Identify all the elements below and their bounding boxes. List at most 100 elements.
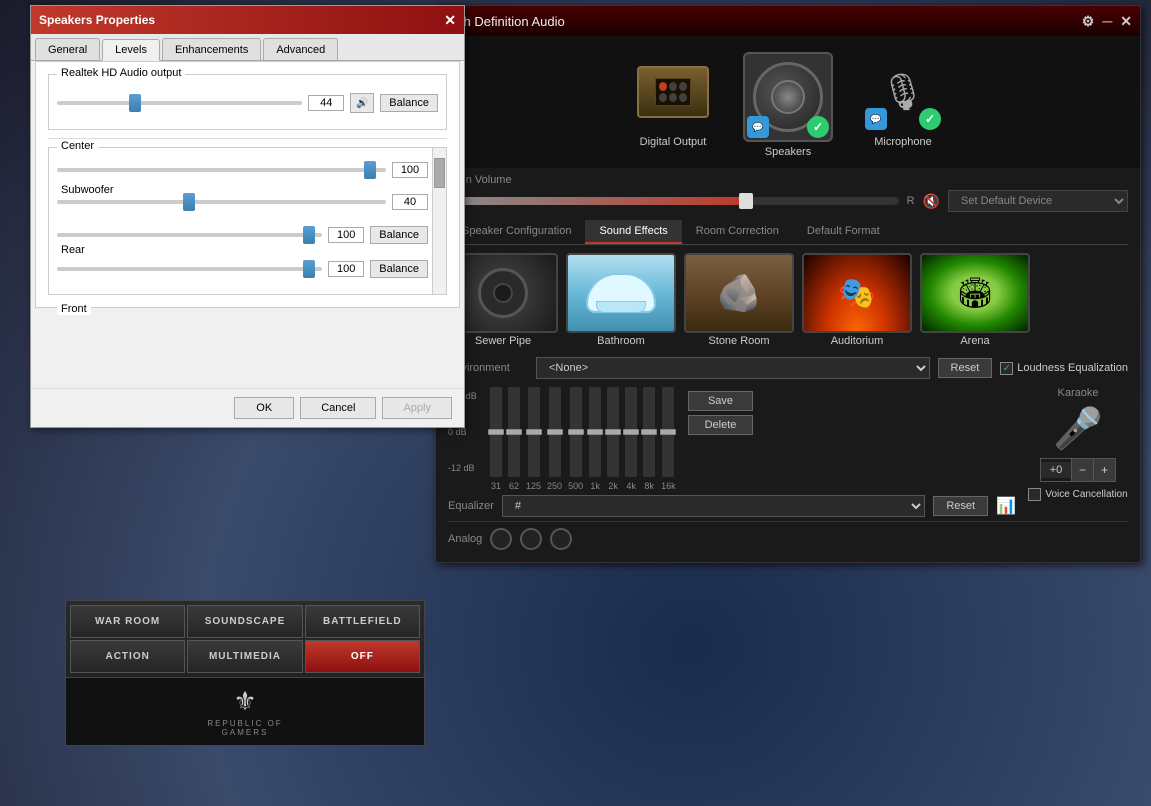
environment-reset-button[interactable]: Reset bbox=[938, 358, 993, 378]
vol-right-label: R bbox=[907, 195, 915, 207]
rog-tagline: REPUBLIC OF bbox=[207, 719, 282, 728]
rog-btn-off[interactable]: OFF bbox=[305, 640, 420, 673]
cancel-button[interactable]: Cancel bbox=[300, 397, 376, 419]
env-card-auditorium[interactable]: 🎭 Auditorium bbox=[802, 253, 912, 347]
hd-close-button[interactable]: ✕ bbox=[1120, 13, 1132, 30]
rear-value-input[interactable] bbox=[328, 227, 364, 243]
center-slider[interactable] bbox=[57, 168, 386, 172]
tab-default-format[interactable]: Default Format bbox=[793, 220, 894, 244]
analog-dot-2[interactable] bbox=[520, 528, 542, 550]
karaoke-increase-button[interactable]: + bbox=[1093, 459, 1115, 481]
subwoofer-value-input[interactable] bbox=[392, 194, 428, 210]
loudness-label: Loudness Equalization bbox=[1017, 362, 1128, 374]
digital-output-icon bbox=[637, 66, 709, 118]
ok-button[interactable]: OK bbox=[234, 397, 294, 419]
eq-fader-125-track[interactable] bbox=[528, 387, 540, 477]
eq-fader-1k-track[interactable] bbox=[589, 387, 601, 477]
mute-button[interactable]: 🔇 bbox=[923, 193, 940, 210]
hd-settings-button[interactable]: ⚙ bbox=[1082, 13, 1095, 30]
realtek-value-input[interactable] bbox=[308, 95, 344, 111]
eq-fader-8k-track[interactable] bbox=[643, 387, 655, 477]
tab-advanced[interactable]: Advanced bbox=[263, 38, 338, 60]
rog-btn-action[interactable]: ACTION bbox=[70, 640, 185, 673]
equalizer-text-label: Equalizer bbox=[448, 500, 494, 512]
device-speakers[interactable]: 💬 ✓ Speakers bbox=[743, 52, 833, 158]
center-value-input[interactable] bbox=[392, 162, 428, 178]
device-microphone[interactable]: 🎙 💬 ✓ Microphone bbox=[863, 52, 943, 158]
rog-tagline2: GAMERS bbox=[222, 728, 269, 737]
loudness-equalization-check[interactable]: ✓ Loudness Equalization bbox=[1000, 362, 1128, 375]
eq-fader-500-track[interactable] bbox=[570, 387, 582, 477]
karaoke-decrease-button[interactable]: − bbox=[1071, 459, 1093, 481]
front-label: Front bbox=[57, 303, 91, 315]
rog-btn-war-room[interactable]: WAR ROOM bbox=[70, 605, 185, 638]
rog-btn-battlefield[interactable]: BATTLEFIELD bbox=[305, 605, 420, 638]
center-slider-row bbox=[57, 162, 428, 178]
arena-label: Arena bbox=[960, 335, 989, 347]
eq-freq-125: 125 bbox=[526, 481, 541, 491]
front-balance-button[interactable]: Balance bbox=[370, 260, 428, 278]
tab-sound-effects[interactable]: Sound Effects bbox=[585, 220, 681, 244]
speakers-close-button[interactable]: ✕ bbox=[444, 12, 456, 29]
rog-btn-multimedia[interactable]: MULTIMEDIA bbox=[187, 640, 302, 673]
environment-select[interactable]: <None> bbox=[536, 357, 930, 379]
rear-balance-button[interactable]: Balance bbox=[370, 226, 428, 244]
eq-freq-2k: 2k bbox=[608, 481, 618, 491]
env-card-arena[interactable]: 🏟 Arena bbox=[920, 253, 1030, 347]
speakers-titlebar: Speakers Properties ✕ bbox=[31, 6, 464, 34]
eq-fader-31-track[interactable] bbox=[490, 387, 502, 477]
eq-display: +12 dB 0 dB -12 dB 31 62 bbox=[448, 387, 1016, 491]
scrollbar-thumb[interactable] bbox=[434, 158, 445, 188]
voice-cancellation-check[interactable]: Voice Cancellation bbox=[1028, 488, 1127, 501]
hd-minimize-button[interactable]: ─ bbox=[1102, 13, 1112, 29]
eq-fader-62-track[interactable] bbox=[508, 387, 520, 477]
analog-dot-3[interactable] bbox=[550, 528, 572, 550]
equalizer-section: +12 dB 0 dB -12 dB 31 62 bbox=[448, 387, 1128, 517]
realtek-balance-button[interactable]: Balance bbox=[380, 94, 438, 112]
realtek-volume-row: 🔊 Balance bbox=[57, 93, 438, 113]
eq-freq-250: 250 bbox=[547, 481, 562, 491]
rear-slider-row: Balance bbox=[57, 226, 428, 244]
apply-button[interactable]: Apply bbox=[382, 397, 452, 419]
loudness-checkbox[interactable]: ✓ bbox=[1000, 362, 1013, 375]
eq-save-button[interactable]: Save bbox=[688, 391, 754, 411]
front-value-input[interactable] bbox=[328, 261, 364, 277]
auditorium-icon: 🎭 bbox=[838, 276, 875, 311]
analog-dot-1[interactable] bbox=[490, 528, 512, 550]
tab-levels[interactable]: Levels bbox=[102, 39, 160, 61]
voice-cancel-label: Voice Cancellation bbox=[1045, 489, 1127, 500]
eq-fader-4k-track[interactable] bbox=[625, 387, 637, 477]
rear-slider[interactable] bbox=[57, 233, 322, 237]
env-card-bathroom[interactable]: Bathroom bbox=[566, 253, 676, 347]
center-label: Center bbox=[57, 140, 98, 152]
eq-fader-16k-track[interactable] bbox=[662, 387, 674, 477]
mic-check-badge: ✓ bbox=[919, 108, 941, 130]
front-slider-row: Balance bbox=[57, 260, 428, 278]
tab-speaker-config[interactable]: Speaker Configuration bbox=[448, 220, 585, 244]
default-device-select[interactable]: Set Default Device bbox=[948, 190, 1128, 212]
eq-fader-250-track[interactable] bbox=[549, 387, 561, 477]
front-slider[interactable] bbox=[57, 267, 322, 271]
sewer-icon bbox=[478, 268, 528, 318]
env-card-stone-room[interactable]: 🪨 Stone Room bbox=[684, 253, 794, 347]
eq-fader-2k-track[interactable] bbox=[607, 387, 619, 477]
levels-scrollbar[interactable] bbox=[432, 148, 446, 294]
realtek-mute-button[interactable]: 🔊 bbox=[350, 93, 374, 113]
main-volume-slider[interactable] bbox=[462, 197, 898, 205]
device-digital-output[interactable]: Digital Output bbox=[633, 52, 713, 158]
tab-room-correction[interactable]: Room Correction bbox=[682, 220, 793, 244]
eq-bars-icon-button[interactable]: 📊 bbox=[996, 496, 1016, 516]
rog-btn-soundscape[interactable]: SOUNDSCAPE bbox=[187, 605, 302, 638]
tab-enhancements[interactable]: Enhancements bbox=[162, 38, 261, 60]
eq-reset-button[interactable]: Reset bbox=[933, 496, 988, 516]
voice-cancel-checkbox[interactable] bbox=[1028, 488, 1041, 501]
rog-emblem-icon: ⚜ bbox=[233, 686, 256, 717]
equalizer-select[interactable]: # bbox=[502, 495, 925, 517]
realtek-slider[interactable] bbox=[57, 101, 302, 105]
speakers-label: Speakers bbox=[765, 146, 811, 158]
subwoofer-slider[interactable] bbox=[57, 200, 386, 204]
main-volume-label: Main Volume bbox=[448, 174, 1128, 186]
tab-general[interactable]: General bbox=[35, 38, 100, 60]
eq-delete-button[interactable]: Delete bbox=[688, 415, 754, 435]
speakers-properties-window: Speakers Properties ✕ General Levels Enh… bbox=[30, 5, 465, 428]
